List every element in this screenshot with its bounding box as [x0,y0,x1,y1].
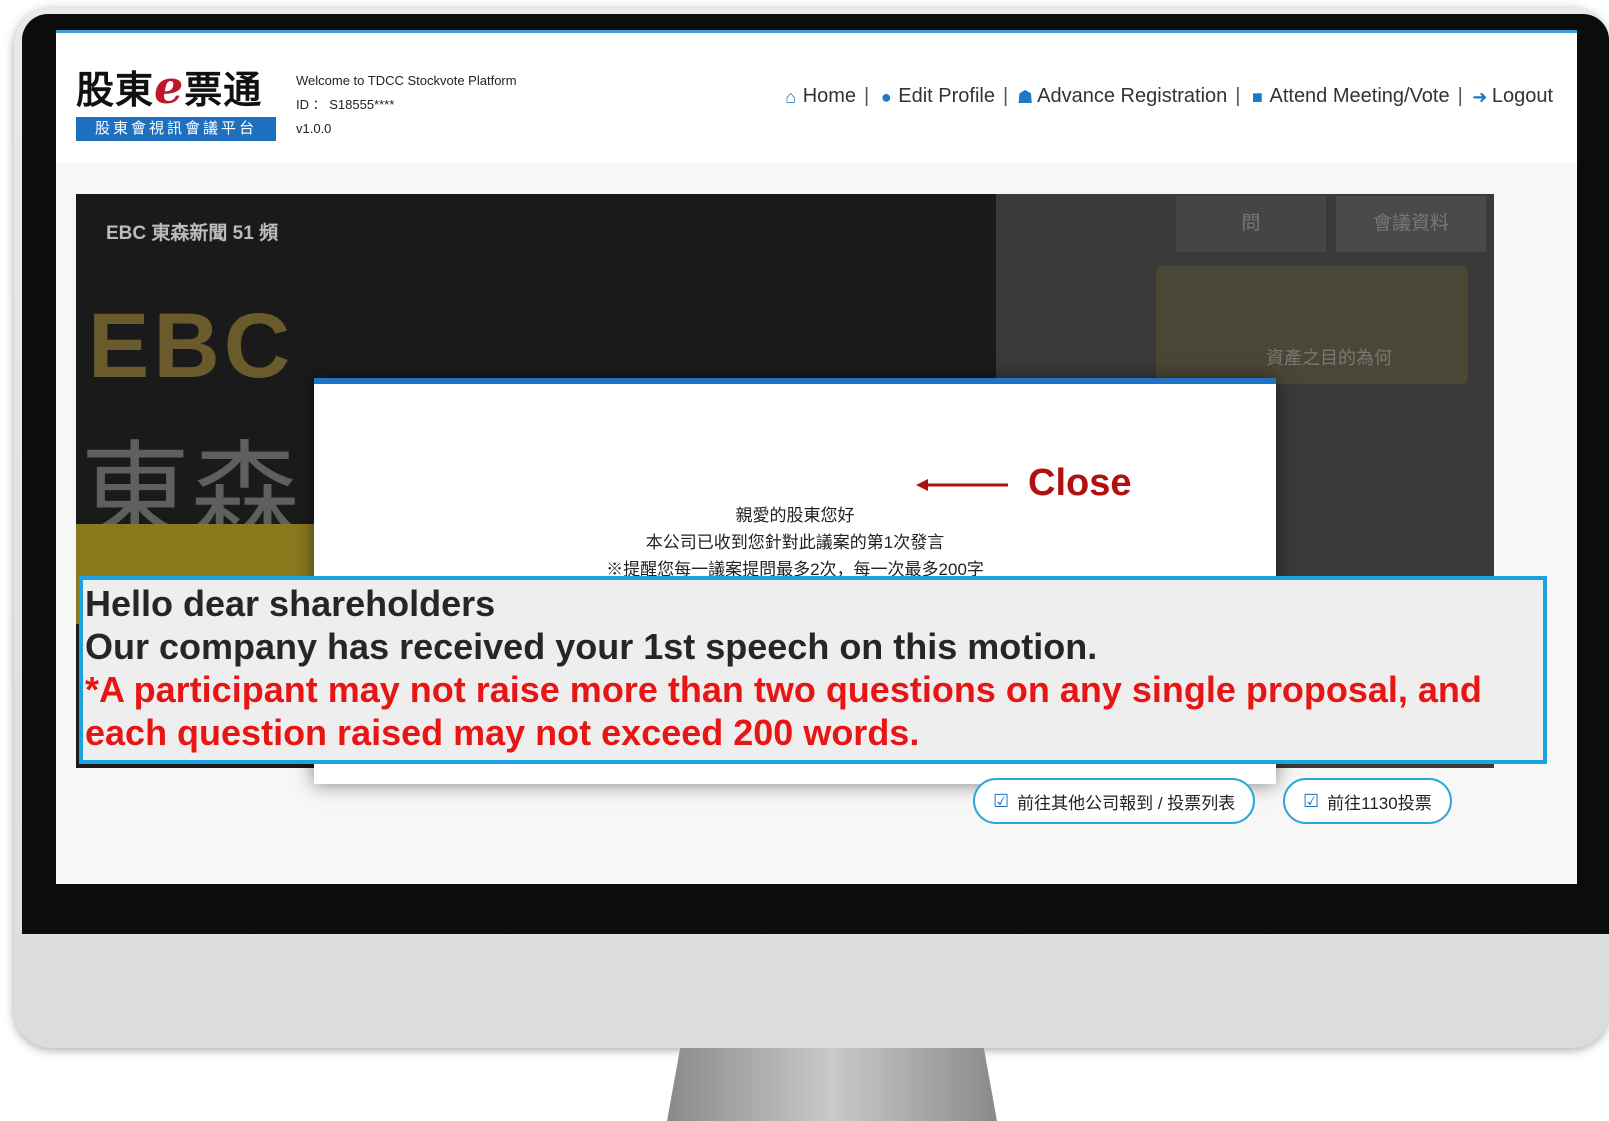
nav-edit-profile-label: Edit Profile [898,85,995,107]
caption-line-1: Hello dear shareholders [85,583,496,624]
nav-home-label: Home [802,85,857,107]
nav-attend-meeting[interactable]: ■ Attend Meeting/Vote [1248,85,1450,108]
annotation-arrow-icon [916,479,1008,491]
home-icon: ⌂ [785,86,797,107]
nav-separator: | [1002,85,1009,107]
logo-subtitle: 股東會視訊會議平台 [76,117,276,141]
vote-icon: ☑ [993,790,1010,811]
welcome-text: Welcome to TDCC Stockvote Platform [296,73,517,88]
nav-separator: | [1457,85,1463,107]
logout-icon: ➜ [1472,86,1488,107]
caption-line-2: Our company has received your 1st speech… [85,626,1098,667]
nav-logout-label: Logout [1491,85,1553,107]
modal-greeting: 親愛的股東您好 [735,506,855,525]
other-companies-label: 前往其他公司報到 / 投票列表 [1017,793,1236,813]
welcome-block: Welcome to TDCC Stockvote Platform ID ： … [296,69,517,141]
vote-1130-label: 前往1130投票 [1327,793,1432,813]
nav-separator: | [1235,85,1241,107]
site-header: 股東e票通 股東會視訊會議平台 Welcome to TDCC Stockvot… [56,33,1577,163]
annotation-close-label: Close [1028,462,1132,504]
caption-line-3: *A participant may not raise more than t… [85,669,1482,753]
site-logo[interactable]: 股東e票通 [76,59,262,114]
modal-received: 本公司已收到您針對此議案的第1次發言 [645,533,945,552]
nav-advance-registration-label: Advance Registration [1037,85,1228,107]
nav-attend-meeting-label: Attend Meeting/Vote [1269,85,1450,107]
add-user-icon: ☗ [1017,86,1034,107]
vote-1130-button[interactable]: ☑ 前往1130投票 [1283,778,1452,824]
vote-icon: ☑ [1303,790,1320,811]
monitor-stand [667,1048,997,1121]
version-text: v1.0.0 [296,121,332,136]
nav-logout[interactable]: ➜ Logout [1471,85,1553,108]
main-nav: ⌂ Home | ● Edit Profile | ☗ Advance Regi… [782,85,1553,108]
nav-advance-registration[interactable]: ☗ Advance Registration [1016,85,1227,108]
nav-separator: | [864,85,870,107]
nav-home[interactable]: ⌂ Home [782,85,856,108]
nav-edit-profile[interactable]: ● Edit Profile [877,85,995,108]
other-companies-button[interactable]: ☑ 前往其他公司報到 / 投票列表 [973,778,1256,824]
meeting-icon: ■ [1252,86,1263,107]
tab-questions[interactable]: 問 [1176,196,1326,252]
tab-meeting-docs[interactable]: 會議資料 [1336,196,1486,252]
profile-r-icon: ● [880,86,892,107]
video-channel-title: EBC 東森新聞 51 頻 [106,223,279,244]
modal-message: 親愛的股東您好 本公司已收到您針對此議案的第1次發言 ※提醒您每一議案提問最多2… [314,502,1276,583]
question-note: 資產之目的為何 [1156,266,1468,384]
user-id: ID ： S18555**** [296,97,395,112]
video-ebc-logo: EBC [88,295,295,397]
translation-caption: Hello dear shareholders Our company has … [79,576,1547,764]
